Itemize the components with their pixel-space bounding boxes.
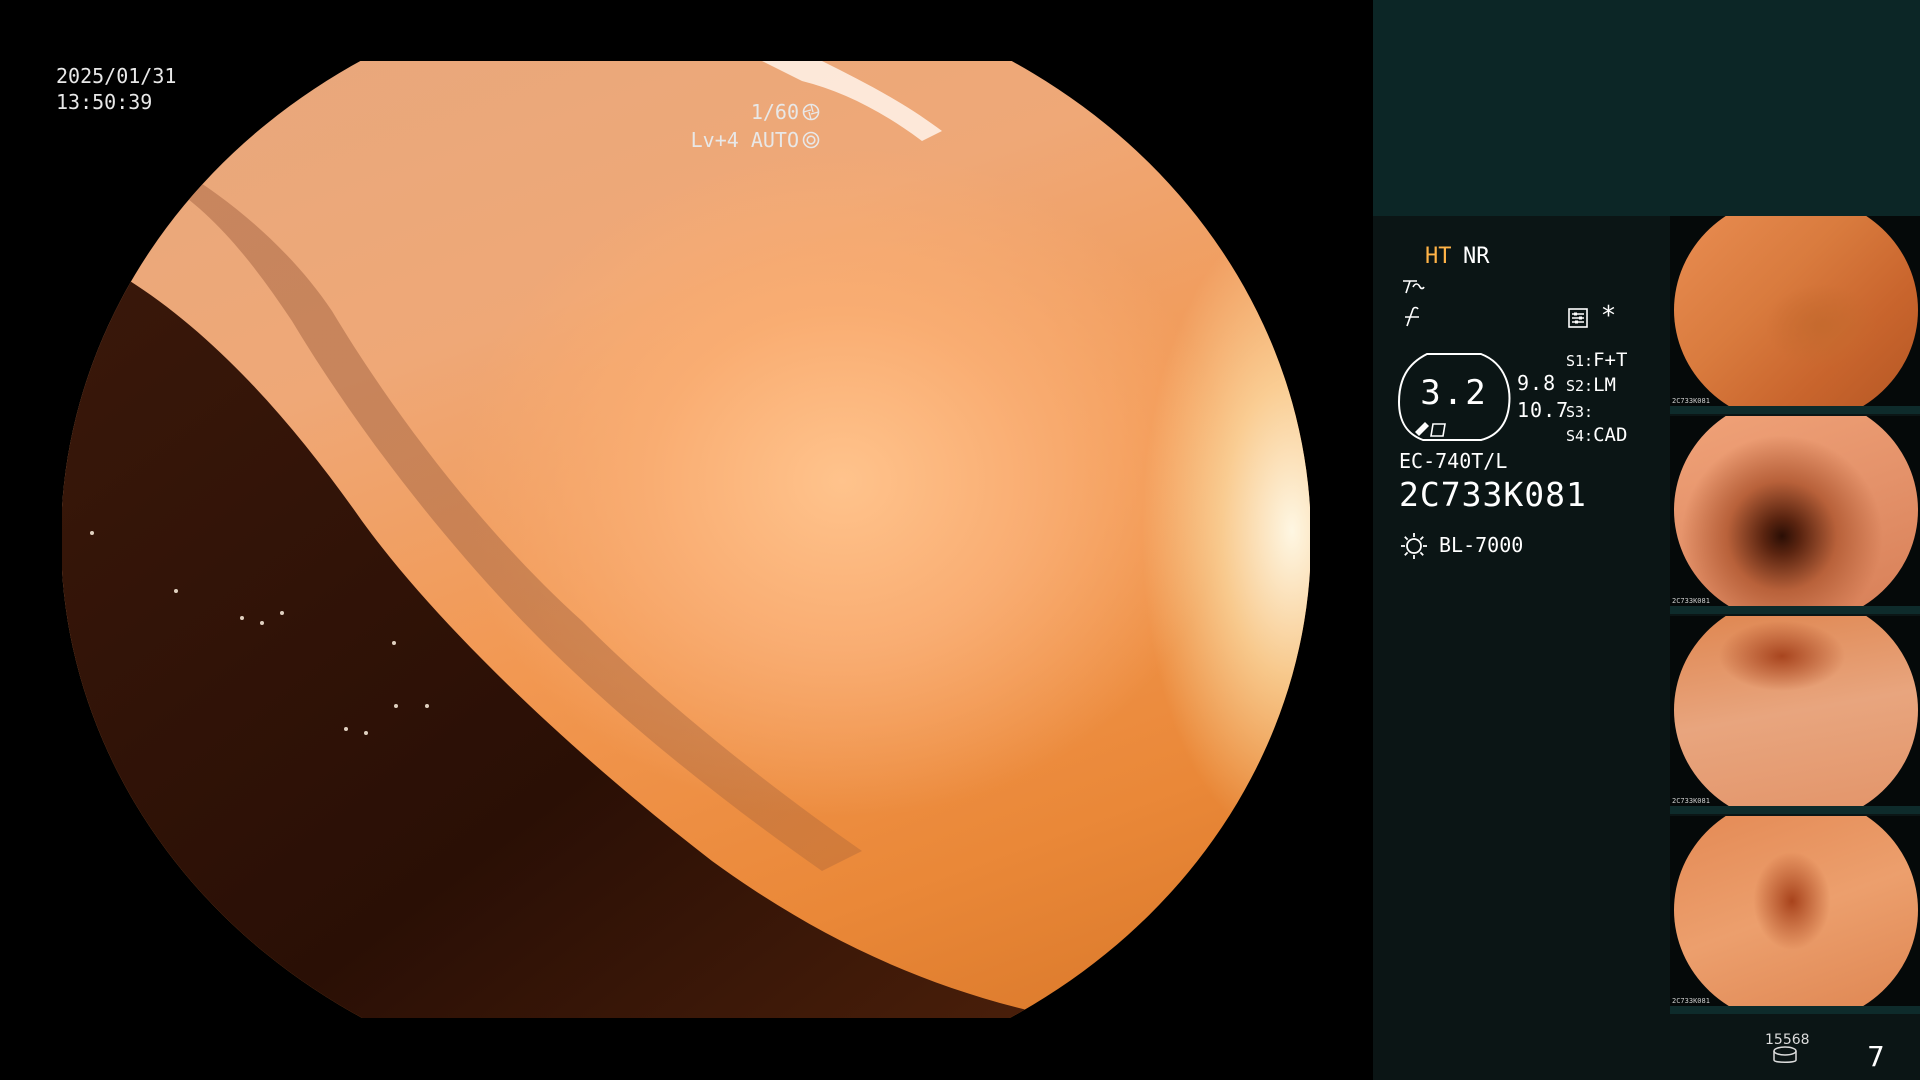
osd-date: 2025/01/31 xyxy=(56,64,177,88)
light-source-label: BL-7000 xyxy=(1439,533,1524,557)
thumbnail-bar xyxy=(1670,406,1920,414)
thumbnail-image xyxy=(1674,616,1918,806)
mode-ht: HT xyxy=(1425,244,1452,269)
thumbnail-label: 2C733K081 xyxy=(1672,997,1710,1005)
bubble-sparkle xyxy=(240,616,244,620)
osd-level: Lv+4 AUTO xyxy=(690,128,799,152)
bubble-sparkle xyxy=(425,704,429,708)
thumbnail-image xyxy=(1674,816,1918,1006)
thumbnail-label: 2C733K081 xyxy=(1672,397,1710,405)
scope-model: EC-740T/L xyxy=(1399,449,1508,473)
capture-thumbnail[interactable]: 2C733K081 xyxy=(1670,216,1920,414)
switch-key: S3: xyxy=(1566,403,1594,421)
side-panel: HT NR * 3.2 9.8 10.7 S1:F+T S2:LM S3: S4… xyxy=(1373,0,1920,1080)
thumbnail-label: 2C733K081 xyxy=(1672,797,1710,805)
switch-value: LM xyxy=(1593,374,1616,396)
scope-serial: 2C733K081 xyxy=(1399,475,1587,514)
bubble-sparkle xyxy=(364,731,368,735)
asterisk-icon: * xyxy=(1602,301,1615,331)
capture-thumbnail[interactable]: 2C733K081 xyxy=(1670,416,1920,614)
thumbnail-bar xyxy=(1670,606,1920,614)
iris-icon xyxy=(802,131,820,149)
capture-thumbnail[interactable]: 2C733K081 xyxy=(1670,816,1920,1014)
bubble-sparkle xyxy=(174,589,178,593)
thumbnail-bar xyxy=(1670,806,1920,814)
thumbnail-bar xyxy=(1670,1006,1920,1014)
gauge-reading-2: 10.7 xyxy=(1517,398,1570,422)
database-icon xyxy=(1773,1046,1797,1063)
switch-s4: S4:CAD xyxy=(1566,424,1627,446)
bubble-sparkle xyxy=(344,727,348,731)
switch-key: S1: xyxy=(1566,352,1594,370)
osd-shutter: 1/60 xyxy=(750,100,799,124)
osd-exposure-block: 1/60 Lv+4 AUTO xyxy=(620,98,820,154)
shutter-icon xyxy=(802,103,820,121)
gauge-reading-1: 9.8 xyxy=(1517,371,1557,395)
gauge-value: 3.2 xyxy=(1420,373,1488,413)
bubble-sparkle xyxy=(280,611,284,615)
endoscope-view: 2025/01/31 13:50:39 1/60 Lv+4 AUTO xyxy=(0,0,1372,1080)
thumbnail-strip: 2C733K081 2C733K081 2C733K081 2C733K081 xyxy=(1670,216,1920,1016)
capture-thumbnail[interactable]: 2C733K081 xyxy=(1670,616,1920,814)
settings-icon xyxy=(1568,308,1588,328)
switch-s3: S3: xyxy=(1566,400,1593,422)
bubble-sparkle xyxy=(394,704,398,708)
switch-s1: S1:F+T xyxy=(1566,349,1627,371)
mucosa-fold-shadow xyxy=(62,61,1062,1018)
osd-shutter-line: 1/60 xyxy=(620,98,820,126)
side-panel-header xyxy=(1373,0,1920,216)
bubble-sparkle xyxy=(90,531,94,535)
light-source-icon xyxy=(1401,533,1427,559)
switch-key: S2: xyxy=(1566,377,1594,395)
bubble-sparkle xyxy=(260,621,264,625)
endoscope-live-image xyxy=(62,61,1310,1018)
mode-nr: NR xyxy=(1463,244,1490,269)
switch-value: F+T xyxy=(1593,349,1628,371)
osd-time: 13:50:39 xyxy=(56,90,153,114)
thumbnail-label: 2C733K081 xyxy=(1672,597,1710,605)
thumbnail-image xyxy=(1674,416,1918,606)
endoscopy-monitor: 2025/01/31 13:50:39 1/60 Lv+4 AUTO HT NR… xyxy=(0,0,1920,1080)
wave-slash-icon xyxy=(1405,306,1419,327)
page-number: 7 xyxy=(1867,1040,1885,1073)
switch-value: CAD xyxy=(1593,424,1628,446)
thumbnail-image xyxy=(1674,216,1918,406)
switch-key: S4: xyxy=(1566,427,1594,445)
switch-s2: S2:LM xyxy=(1566,374,1616,396)
bubble-sparkle xyxy=(392,641,396,645)
osd-level-line: Lv+4 AUTO xyxy=(620,126,820,154)
wave-curve-icon xyxy=(1403,280,1425,294)
